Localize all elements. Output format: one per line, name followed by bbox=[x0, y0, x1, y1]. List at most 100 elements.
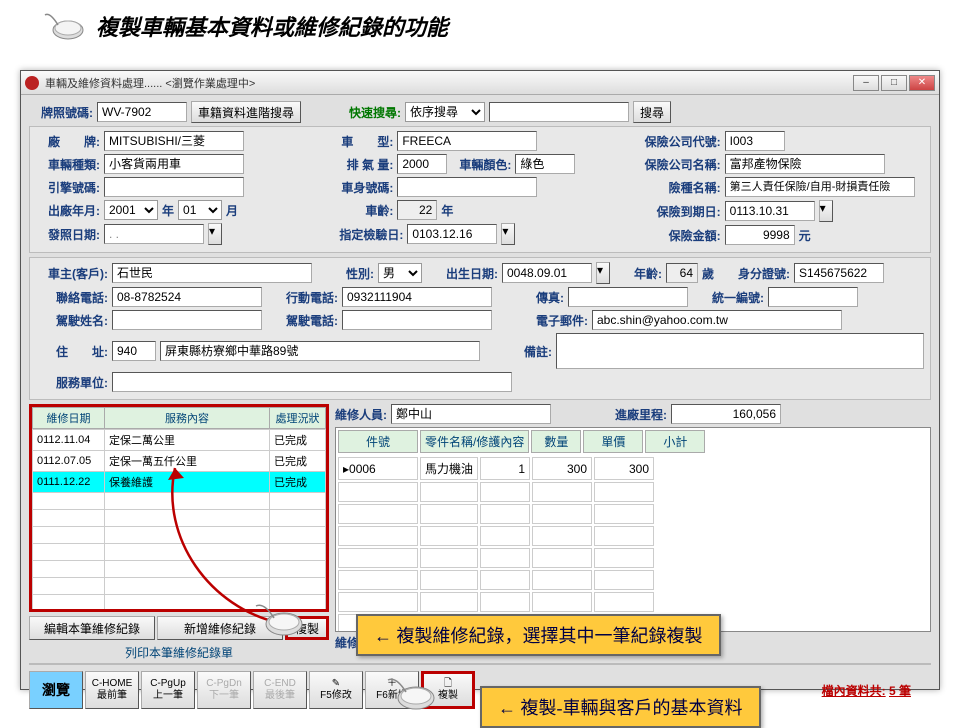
owner-name-input[interactable]: 石世民 bbox=[112, 263, 312, 283]
email-label: 電子郵件: bbox=[536, 312, 588, 329]
titlebar: 車輛及維修資料處理...... <瀏覽作業處理中> – □ ✕ bbox=[21, 71, 939, 95]
tax-label: 統一編號: bbox=[712, 289, 764, 306]
owner-label: 車主(客戶): bbox=[36, 265, 108, 282]
search-button[interactable]: 搜尋 bbox=[633, 101, 671, 123]
callout-copy-vehicle: ← 複製-車輛與客戶的基本資料 bbox=[480, 686, 761, 728]
tax-input[interactable] bbox=[768, 287, 858, 307]
insp-date-label: 指定檢驗日: bbox=[333, 226, 403, 243]
cc-label: 排 氣 量: bbox=[333, 156, 393, 173]
page-title: 複製車輛基本資料或維修紀錄的功能 bbox=[96, 10, 448, 42]
date-picker-icon[interactable]: ▾ bbox=[501, 223, 515, 245]
engine-label: 引擎號碼: bbox=[36, 179, 100, 196]
mfg-label: 出廠年月: bbox=[36, 202, 100, 219]
svc-unit-label: 服務單位: bbox=[36, 374, 108, 391]
copy-icon: 🗋 bbox=[444, 678, 452, 690]
body-no-label: 車身號碼: bbox=[333, 179, 393, 196]
model-label: 車 型: bbox=[333, 133, 393, 150]
nav-prev[interactable]: C-PgUp上一筆 bbox=[141, 671, 195, 709]
brand-input[interactable]: MITSUBISHI/三菱 bbox=[104, 131, 244, 151]
callout-copy-record: ← 複製維修紀錄，選擇其中一筆紀錄複製 bbox=[356, 614, 721, 656]
parts-table[interactable]: 件號 零件名稱/修護內容 數量 單價 小計 ▸0006馬力機油1300300 bbox=[335, 427, 931, 632]
ins-amt-input[interactable]: 9998 bbox=[725, 225, 795, 245]
ins-exp-label: 保險到期日: bbox=[631, 203, 721, 220]
body-no-input[interactable] bbox=[397, 177, 537, 197]
nav-first[interactable]: C-HOME最前筆 bbox=[85, 671, 139, 709]
mouse-cursor-icon bbox=[384, 674, 440, 714]
edit-record-button[interactable]: 編輯本筆維修紀錄 bbox=[29, 616, 155, 640]
maintenance-records-table[interactable]: 維修日期 服務內容 處理況狀 0112.11.04定保二萬公里已完成0112.0… bbox=[29, 404, 329, 612]
ins-type-label: 險種名稱: bbox=[631, 179, 721, 196]
remark-input[interactable] bbox=[556, 333, 924, 369]
ins-exp-input[interactable]: 0113.10.31 bbox=[725, 201, 815, 221]
color-input[interactable]: 綠色 bbox=[515, 154, 575, 174]
plate-label: 牌照號碼: bbox=[29, 104, 93, 121]
invoice-date-label: 發照日期: bbox=[36, 226, 100, 243]
invoice-date-input[interactable]: . . bbox=[104, 224, 204, 244]
fax-input[interactable] bbox=[568, 287, 688, 307]
cc-input[interactable]: 2000 bbox=[397, 154, 447, 174]
ins-name-input[interactable]: 富邦產物保險 bbox=[725, 154, 885, 174]
dob-label: 出生日期: bbox=[446, 265, 498, 282]
mob-input[interactable]: 0932111904 bbox=[342, 287, 492, 307]
model-input[interactable]: FREECA bbox=[397, 131, 537, 151]
addr-label: 住 址: bbox=[36, 343, 108, 360]
nav-last[interactable]: C-END最後筆 bbox=[253, 671, 307, 709]
tel-input[interactable]: 08-8782524 bbox=[112, 287, 262, 307]
dob-input[interactable]: 0048.09.01 bbox=[502, 263, 592, 283]
ins-name-label: 保險公司名稱: bbox=[631, 156, 721, 173]
type-label: 車輛種類: bbox=[36, 156, 100, 173]
nav-next[interactable]: C-PgDn下一筆 bbox=[197, 671, 251, 709]
table-row[interactable]: 0112.11.04定保二萬公里已完成 bbox=[33, 430, 326, 451]
mfg-year[interactable]: 2001 bbox=[104, 200, 158, 220]
tech-input[interactable]: 鄭中山 bbox=[391, 404, 551, 424]
maximize-button[interactable]: □ bbox=[881, 75, 907, 91]
driver-tel-input[interactable] bbox=[342, 310, 492, 330]
id-input[interactable]: S145675622 bbox=[794, 263, 884, 283]
mileage-input[interactable]: 160,056 bbox=[671, 404, 781, 424]
type-input[interactable]: 小客貨兩用車 bbox=[104, 154, 244, 174]
tel-label: 聯絡電話: bbox=[36, 289, 108, 306]
nav-browse[interactable]: 瀏覽 bbox=[29, 671, 83, 709]
mouse-cursor-icon bbox=[40, 10, 88, 42]
car-age-label: 車齡: bbox=[333, 202, 393, 219]
ins-amt-label: 保險金額: bbox=[631, 227, 721, 244]
driver-input[interactable] bbox=[112, 310, 262, 330]
minimize-button[interactable]: – bbox=[853, 75, 879, 91]
ins-code-input[interactable]: I003 bbox=[725, 131, 785, 151]
adv-search-button[interactable]: 車籍資料進階搜尋 bbox=[191, 101, 301, 123]
print-record-link[interactable]: 列印本筆維修紀錄單 bbox=[29, 644, 329, 661]
nav-f5-edit[interactable]: ✎F5修改 bbox=[309, 671, 363, 709]
tech-label: 維修人員: bbox=[335, 406, 387, 423]
date-picker-icon[interactable]: ▾ bbox=[596, 262, 610, 284]
addr-input[interactable]: 屏東縣枋寮鄉中華路89號 bbox=[160, 341, 480, 361]
quick-search-mode[interactable]: 依序搜尋 bbox=[405, 102, 485, 122]
date-picker-icon[interactable]: ▾ bbox=[208, 223, 222, 245]
driver-tel-label: 駕駛電話: bbox=[286, 312, 338, 329]
table-row[interactable]: 0111.12.22保養維護已完成 bbox=[33, 472, 326, 493]
zip-input[interactable]: 940 bbox=[112, 341, 156, 361]
sex-label: 性別: bbox=[346, 265, 374, 282]
app-window: 車輛及維修資料處理...... <瀏覽作業處理中> – □ ✕ 牌照號碼: WV… bbox=[20, 70, 940, 690]
quick-search-input[interactable] bbox=[489, 102, 629, 122]
svc-unit-input[interactable] bbox=[112, 372, 512, 392]
table-row[interactable]: ▸0006馬力機油1300300 bbox=[338, 457, 654, 480]
quick-search-label: 快速搜尋: bbox=[349, 104, 401, 121]
mouse-cursor-icon bbox=[252, 600, 308, 640]
date-picker-icon[interactable]: ▾ bbox=[819, 200, 833, 222]
email-input[interactable]: abc.shin@yahoo.com.tw bbox=[592, 310, 842, 330]
remark-label: 備註: bbox=[524, 343, 552, 360]
fax-label: 傳真: bbox=[536, 289, 564, 306]
mfg-month[interactable]: 01 bbox=[178, 200, 222, 220]
table-row[interactable]: 0112.07.05定保一萬五仟公里已完成 bbox=[33, 451, 326, 472]
close-button[interactable]: ✕ bbox=[909, 75, 935, 91]
plate-input[interactable]: WV-7902 bbox=[97, 102, 187, 122]
engine-input[interactable] bbox=[104, 177, 244, 197]
app-icon bbox=[25, 76, 39, 90]
ins-code-label: 保險公司代號: bbox=[631, 133, 721, 150]
driver-label: 駕駛姓名: bbox=[36, 312, 108, 329]
ins-type-input[interactable]: 第三人責任保險/自用-財損責任險 bbox=[725, 177, 915, 197]
owner-age: 64 bbox=[666, 263, 698, 283]
sex-select[interactable]: 男 bbox=[378, 263, 422, 283]
brand-label: 廠 牌: bbox=[36, 133, 100, 150]
insp-date-input[interactable]: 0103.12.16 bbox=[407, 224, 497, 244]
